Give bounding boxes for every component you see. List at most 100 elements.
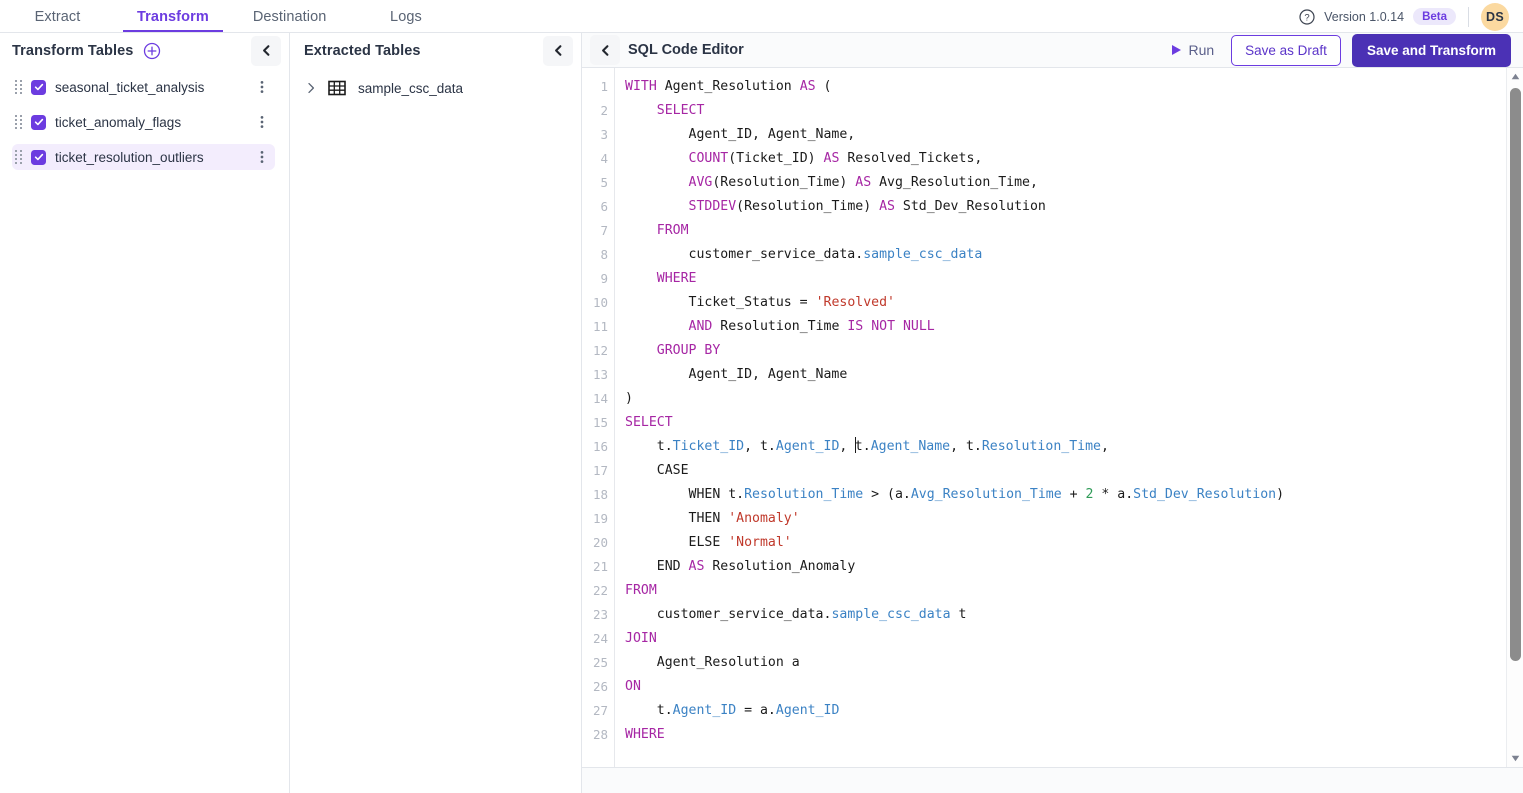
- row-menu-icon[interactable]: [255, 149, 269, 165]
- plus-circle-icon[interactable]: [143, 42, 161, 60]
- tab-destination-label: Destination: [253, 9, 327, 25]
- row-menu-icon[interactable]: [255, 79, 269, 95]
- collapse-extracted-panel-button[interactable]: [543, 36, 573, 66]
- chevron-left-icon: [552, 44, 565, 57]
- run-button-label: Run: [1188, 42, 1214, 58]
- sql-editor-header: SQL Code Editor Run Save as Draft Save a…: [582, 33, 1523, 68]
- sql-code-text[interactable]: WITH Agent_Resolution AS ( SELECT Agent_…: [615, 68, 1523, 767]
- line-number: 24: [582, 627, 614, 651]
- transform-tables-list: seasonal_ticket_analysis: [0, 68, 289, 179]
- line-number: 13: [582, 363, 614, 387]
- extracted-table-row-0[interactable]: sample_csc_data: [298, 75, 573, 101]
- divider: [1468, 7, 1469, 27]
- chevron-left-icon: [260, 44, 273, 57]
- tab-transform-label: Transform: [137, 9, 209, 25]
- transform-table-row-1[interactable]: ticket_anomaly_flags: [12, 109, 275, 135]
- app-root: Extract Transform Destination Logs ? Ver…: [0, 0, 1523, 793]
- line-number: 3: [582, 123, 614, 147]
- transform-table-row-2[interactable]: ticket_resolution_outliers: [12, 144, 275, 170]
- scroll-up-button[interactable]: [1507, 68, 1523, 85]
- question-circle-icon[interactable]: ?: [1299, 9, 1315, 25]
- svg-text:?: ?: [1304, 12, 1309, 23]
- version-label: Version 1.0.14: [1324, 10, 1404, 24]
- line-number: 25: [582, 651, 614, 675]
- tab-logs[interactable]: Logs: [348, 0, 463, 33]
- play-icon: [1172, 45, 1181, 55]
- line-number-gutter: 1 2 3 4 5 6 7 8 9 10 11 12 13 14 15 16 1: [582, 68, 615, 767]
- transform-tables-title: Transform Tables: [12, 43, 133, 59]
- drag-handle-icon[interactable]: [14, 79, 24, 95]
- scrollbar-track[interactable]: [1507, 85, 1523, 750]
- tab-destination[interactable]: Destination: [231, 0, 349, 33]
- checkbox-checked-icon[interactable]: [31, 115, 46, 130]
- avatar[interactable]: DS: [1481, 3, 1509, 31]
- line-number: 10: [582, 291, 614, 315]
- transform-tables-header: Transform Tables: [0, 33, 289, 68]
- tab-transform[interactable]: Transform: [115, 0, 231, 33]
- main-tabs: Extract Transform Destination Logs: [0, 0, 463, 33]
- line-number: 5: [582, 171, 614, 195]
- line-number: 17: [582, 459, 614, 483]
- line-number: 11: [582, 315, 614, 339]
- extracted-tables-header: Extracted Tables: [290, 33, 581, 68]
- line-number: 19: [582, 507, 614, 531]
- extracted-tables-panel: Extracted Tables sample_csc_da: [290, 33, 582, 793]
- line-number: 16: [582, 435, 614, 459]
- line-number: 4: [582, 147, 614, 171]
- line-number: 8: [582, 243, 614, 267]
- line-number: 23: [582, 603, 614, 627]
- table-grid-icon: [328, 79, 346, 97]
- line-number: 20: [582, 531, 614, 555]
- line-number: 21: [582, 555, 614, 579]
- run-button[interactable]: Run: [1166, 38, 1220, 62]
- transform-table-label: ticket_resolution_outliers: [55, 150, 204, 165]
- triangle-up-icon: [1511, 73, 1520, 80]
- line-number: 14: [582, 387, 614, 411]
- collapse-transform-panel-button[interactable]: [251, 36, 281, 66]
- save-and-transform-button[interactable]: Save and Transform: [1352, 34, 1511, 67]
- line-number: 28: [582, 723, 614, 747]
- transform-table-label: seasonal_ticket_analysis: [55, 80, 204, 95]
- line-number: 15: [582, 411, 614, 435]
- checkbox-checked-icon[interactable]: [31, 80, 46, 95]
- top-bar-right-cluster: ? Version 1.0.14 Beta DS: [1299, 0, 1523, 33]
- tab-extract[interactable]: Extract: [0, 0, 115, 33]
- beta-badge: Beta: [1413, 8, 1456, 25]
- scrollbar-thumb[interactable]: [1510, 88, 1521, 661]
- line-number: 2: [582, 99, 614, 123]
- collapse-sql-panel-button[interactable]: [590, 35, 620, 65]
- sql-code-editor-panel: SQL Code Editor Run Save as Draft Save a…: [582, 33, 1523, 793]
- scroll-down-button[interactable]: [1507, 750, 1523, 767]
- editor-bottom-strip: [582, 767, 1523, 793]
- tab-extract-label: Extract: [35, 9, 81, 25]
- extracted-table-label: sample_csc_data: [358, 81, 463, 96]
- sql-editor-title: SQL Code Editor: [628, 42, 744, 58]
- line-number: 6: [582, 195, 614, 219]
- editor-vertical-scrollbar[interactable]: [1506, 68, 1523, 767]
- line-number: 9: [582, 267, 614, 291]
- line-number: 22: [582, 579, 614, 603]
- transform-table-label: ticket_anomaly_flags: [55, 115, 181, 130]
- sql-editor-actions: Run Save as Draft Save and Transform: [1166, 34, 1511, 67]
- save-as-draft-button[interactable]: Save as Draft: [1231, 35, 1341, 66]
- sql-source[interactable]: WITH Agent_Resolution AS ( SELECT Agent_…: [625, 75, 1523, 747]
- code-editor-area[interactable]: 1 2 3 4 5 6 7 8 9 10 11 12 13 14 15 16 1: [582, 68, 1523, 767]
- tab-logs-label: Logs: [390, 9, 422, 25]
- drag-handle-icon[interactable]: [14, 149, 24, 165]
- drag-handle-icon[interactable]: [14, 114, 24, 130]
- triangle-down-icon: [1511, 755, 1520, 762]
- chevron-right-icon[interactable]: [304, 82, 318, 94]
- main-body: Transform Tables: [0, 33, 1523, 793]
- transform-table-row-0[interactable]: seasonal_ticket_analysis: [12, 74, 275, 100]
- line-number: 18: [582, 483, 614, 507]
- top-navigation-bar: Extract Transform Destination Logs ? Ver…: [0, 0, 1523, 33]
- extracted-tables-title: Extracted Tables: [304, 43, 421, 59]
- checkbox-checked-icon[interactable]: [31, 150, 46, 165]
- transform-tables-panel: Transform Tables: [0, 33, 290, 793]
- line-number: 27: [582, 699, 614, 723]
- chevron-left-icon: [599, 44, 612, 57]
- line-number: 7: [582, 219, 614, 243]
- line-number: 26: [582, 675, 614, 699]
- row-menu-icon[interactable]: [255, 114, 269, 130]
- line-number: 12: [582, 339, 614, 363]
